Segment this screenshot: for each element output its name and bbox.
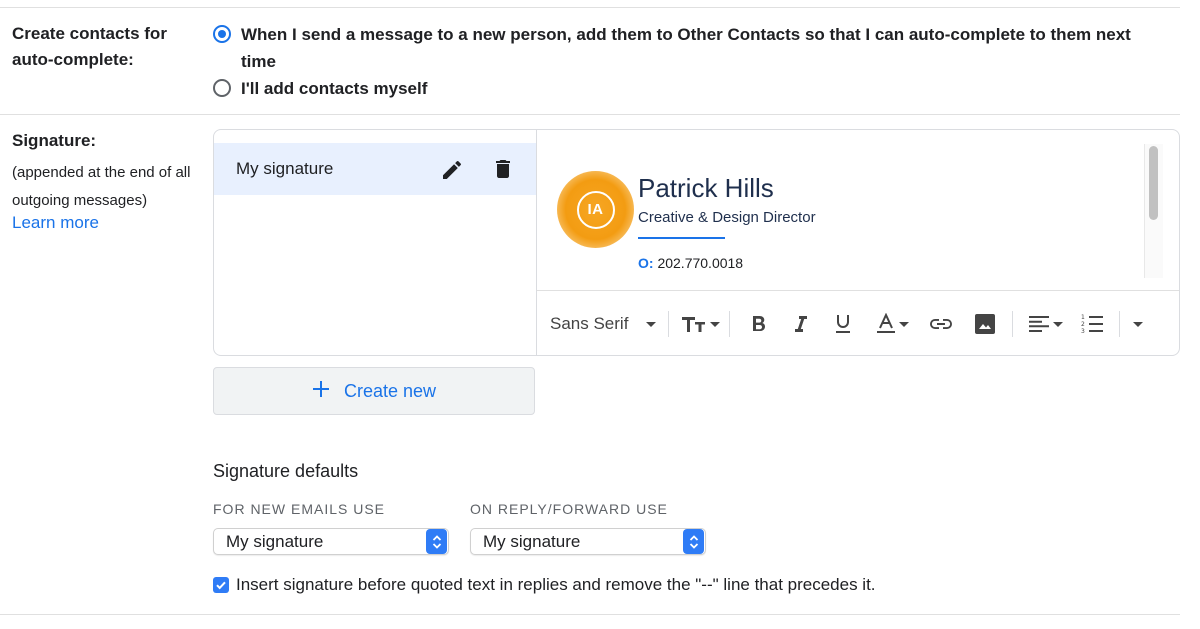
italic-icon [793,314,809,334]
underline-icon [834,313,852,335]
plus-icon [312,380,330,403]
bold-button[interactable] [744,304,774,344]
divider [0,114,1180,115]
updown-arrows-icon [683,529,704,554]
italic-button[interactable] [786,304,816,344]
insert-image-button[interactable] [968,304,1002,344]
align-icon [1028,315,1050,333]
chevron-down-icon [646,321,657,327]
insert-signature-option[interactable]: Insert signature before quoted text in r… [213,575,876,595]
signature-label: Signature: [12,131,97,150]
toolbar-separator [668,311,670,337]
reply-forward-label: ON REPLY/FORWARD USE [470,501,668,517]
bold-icon [750,314,768,334]
text-color-icon [876,313,896,335]
numbered-list-icon: 123 [1080,313,1104,335]
signature-role: Creative & Design Director [638,209,816,226]
radio-button[interactable] [213,79,231,97]
signature-editor[interactable]: IA Patrick Hills Creative & Design Direc… [537,130,1179,292]
link-button[interactable] [924,304,958,344]
trash-icon[interactable] [491,157,515,181]
radio-option-auto-add[interactable]: When I send a message to a new person, a… [213,21,1161,75]
create-new-label: Create new [343,380,437,401]
signature-list-item[interactable]: My signature [214,143,536,195]
font-family-select[interactable]: Sans Serif [550,314,657,334]
signature-name: Patrick Hills [638,173,774,203]
create-contacts-label: Create contacts for auto-complete: [12,24,167,69]
logo-text: IA [587,201,604,218]
numbered-list-button[interactable]: 123 [1075,304,1109,344]
select-value: My signature [483,531,581,551]
signature-description: (appended at the end of all outgoing mes… [12,164,191,209]
toolbar-separator [729,311,731,337]
checkbox-checked[interactable] [213,577,229,593]
radio-button-checked[interactable] [213,25,231,43]
more-options-button[interactable] [1130,304,1146,344]
select-value: My signature [226,531,324,551]
svg-text:2: 2 [1081,321,1085,328]
signature-defaults-title: Signature defaults [213,461,359,481]
insert-signature-label: Insert signature before quoted text in r… [236,575,876,594]
signature-phone: O: 202.770.0018 [638,255,743,271]
reply-forward-signature-select[interactable]: My signature [470,528,706,555]
signature-list: My signature [214,130,537,355]
new-emails-signature-select[interactable]: My signature [213,528,449,555]
scrollbar-thumb[interactable] [1149,146,1158,220]
image-icon [974,313,996,335]
company-logo: IA [557,171,634,248]
radio-option-label: I'll add contacts myself [241,79,428,98]
link-icon [929,317,953,331]
underline-button[interactable] [828,304,858,344]
new-emails-label: FOR NEW EMAILS USE [213,501,386,517]
divider [0,614,1180,615]
phone-number: 202.770.0018 [657,255,744,271]
create-new-button[interactable]: Create new [213,367,535,415]
align-button[interactable] [1023,304,1067,344]
pencil-icon[interactable] [440,158,464,182]
editor-scrollbar[interactable] [1144,144,1163,278]
phone-label: O: [638,255,654,271]
learn-more-link[interactable]: Learn more [12,213,99,233]
svg-text:1: 1 [1081,314,1085,321]
updown-arrows-icon [426,529,447,554]
svg-text:3: 3 [1081,328,1085,335]
text-size-icon [681,314,707,334]
chevron-down-icon [898,321,909,327]
signature-item-label: My signature [236,159,334,178]
chevron-down-icon [709,321,720,327]
radio-option-manual[interactable]: I'll add contacts myself [213,75,1161,102]
text-color-button[interactable] [870,304,914,344]
font-family-label: Sans Serif [550,314,629,333]
chevron-down-icon [1052,321,1063,327]
signature-panel: My signature IA Patrick Hills Creative &… [213,129,1180,356]
formatting-toolbar: Sans Serif 1 2 3 [537,292,1179,355]
editor-divider [537,277,1179,291]
toolbar-separator [1012,311,1014,337]
radio-option-label: When I send a message to a new person, a… [241,25,1131,71]
divider [0,7,1180,8]
more-options-icon [1133,321,1144,327]
text-size-button[interactable] [677,304,723,344]
toolbar-separator [1119,311,1121,337]
signature-divider-line [638,237,725,239]
